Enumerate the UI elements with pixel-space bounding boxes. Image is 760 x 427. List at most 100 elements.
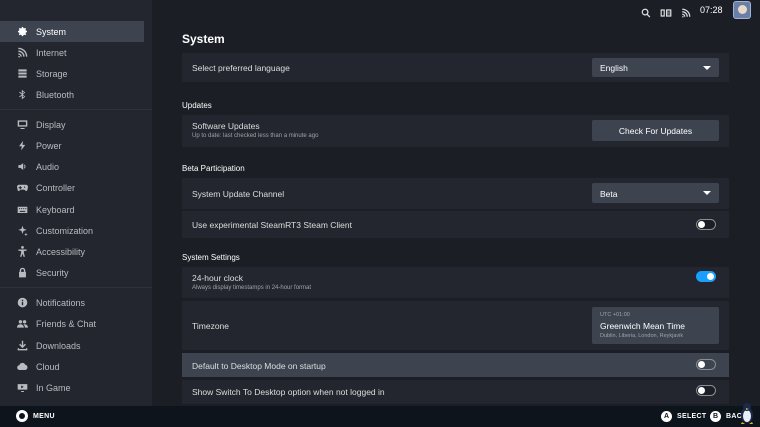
settings-sidebar: System Internet Storage Bluetooth Displa… (0, 0, 152, 406)
section-title-updates: Updates (182, 101, 212, 110)
sidebar-item-label: Downloads (36, 340, 81, 351)
display-icon (17, 119, 28, 130)
update-channel-dropdown[interactable]: Beta (592, 183, 719, 203)
settings-main-panel: System Select preferred language English… (152, 0, 760, 406)
update-channel-row: System Update Channel Beta (182, 178, 729, 209)
sidebar-item-cloud[interactable]: Cloud (0, 356, 152, 377)
experimental-client-toggle[interactable] (696, 219, 716, 230)
sidebar-item-label: Keyboard (36, 204, 75, 215)
desktop-mode-toggle[interactable] (696, 359, 716, 370)
clock-description: Always display timestamps in 24-hour for… (192, 285, 312, 291)
sidebar-item-label: System (36, 26, 67, 37)
timezone-dropdown[interactable]: UTC +01:00 Greenwich Mean Time Dublin, L… (592, 307, 719, 344)
wifi-icon (17, 47, 28, 58)
info-icon (17, 297, 28, 308)
select-hint[interactable]: SELECT (677, 413, 706, 420)
cloud-icon (17, 361, 28, 372)
section-title-beta: Beta Participation (182, 164, 245, 173)
sidebar-item-label: Controller (36, 182, 76, 193)
chevron-down-icon (703, 191, 711, 195)
speaker-icon (17, 161, 28, 172)
sidebar-item-label: Bluetooth (36, 89, 75, 100)
language-value: English (600, 63, 628, 73)
sidebar-item-notifications[interactable]: Notifications (0, 292, 152, 313)
sidebar-item-label: Audio (36, 161, 60, 172)
avatar-face (738, 5, 747, 14)
power-icon (17, 140, 28, 151)
friends-icon (17, 318, 28, 329)
update-channel-label: System Update Channel (192, 189, 285, 199)
timezone-offset: UTC +01:00 (600, 312, 630, 318)
sidebar-item-internet[interactable]: Internet (0, 42, 152, 63)
software-updates-status: Up to date: last checked less than a min… (192, 133, 319, 139)
check-for-updates-button[interactable]: Check For Updates (592, 120, 719, 141)
clock-row: 24-hour clock Always display timestamps … (182, 267, 729, 298)
page-title: System (182, 32, 225, 46)
download-icon (17, 340, 28, 351)
sidebar-item-label: Cloud (36, 361, 60, 372)
controller-battery-icon (660, 5, 672, 17)
sidebar-item-label: Friends & Chat (36, 318, 97, 329)
switch-desktop-row: Show Switch To Desktop option when not l… (182, 380, 729, 404)
timezone-row: Timezone UTC +01:00 Greenwich Mean Time … (182, 301, 729, 350)
sidebar-item-security[interactable]: Security (0, 262, 152, 283)
section-title-system-settings: System Settings (182, 253, 240, 262)
clock-toggle[interactable] (696, 271, 716, 282)
sidebar-item-label: Notifications (36, 297, 86, 308)
desktop-mode-row[interactable]: Default to Desktop Mode on startup (182, 353, 729, 377)
sidebar-item-audio[interactable]: Audio (0, 156, 152, 177)
clock-label: 24-hour clock (192, 273, 244, 283)
timezone-value: Greenwich Mean Time (600, 321, 686, 331)
wifi-signal-icon (681, 5, 691, 18)
toggle-knob (707, 273, 714, 280)
storage-icon (17, 68, 28, 79)
accessibility-icon (17, 246, 28, 257)
sidebar-divider (0, 287, 152, 288)
toggle-knob (698, 221, 705, 228)
sidebar-item-label: Display (36, 119, 66, 130)
sidebar-item-label: Accessibility (36, 246, 86, 257)
sidebar-item-customization[interactable]: Customization (0, 220, 152, 241)
search-icon[interactable] (641, 5, 651, 18)
clock-time: 07:28 (700, 5, 723, 15)
update-channel-value: Beta (600, 189, 618, 199)
sidebar-item-downloads[interactable]: Downloads (0, 335, 152, 356)
sidebar-item-in-game[interactable]: In Game (0, 377, 152, 398)
menu-label: MENU (33, 412, 55, 420)
sidebar-item-label: Security (36, 267, 69, 278)
sidebar-item-display[interactable]: Display (0, 114, 152, 135)
language-dropdown[interactable]: English (592, 58, 719, 77)
steam-icon (16, 410, 28, 422)
menu-hint[interactable]: MENU (16, 410, 55, 422)
avatar[interactable] (733, 1, 751, 19)
sidebar-item-label: Storage (36, 68, 68, 79)
sidebar-item-label: In Game (36, 382, 71, 393)
toggle-knob (698, 387, 705, 394)
sidebar-item-keyboard[interactable]: Keyboard (0, 199, 152, 220)
sidebar-item-accessibility[interactable]: Accessibility (0, 241, 152, 262)
experimental-client-label: Use experimental SteamRT3 Steam Client (192, 220, 352, 230)
sidebar-item-power[interactable]: Power (0, 135, 152, 156)
desktop-mode-label: Default to Desktop Mode on startup (192, 361, 326, 371)
language-label: Select preferred language (192, 63, 290, 73)
sidebar-item-label: Internet (36, 47, 67, 58)
sidebar-item-label: Customization (36, 225, 94, 236)
sidebar-item-system[interactable]: System (0, 21, 144, 42)
bluetooth-icon (17, 89, 28, 100)
timezone-cities: Dublin, Liberia, London, Reykjavik (600, 333, 684, 339)
sidebar-item-friends-chat[interactable]: Friends & Chat (0, 313, 152, 334)
software-updates-label: Software Updates (192, 121, 260, 131)
penguin-mascot-icon (741, 403, 753, 424)
gear-icon (17, 26, 28, 37)
experimental-client-row: Use experimental SteamRT3 Steam Client (182, 211, 729, 238)
bottom-hint-bar: MENU A SELECT B BAC (0, 406, 760, 427)
sidebar-item-label: Power (36, 140, 62, 151)
lock-icon (17, 267, 28, 278)
switch-desktop-label: Show Switch To Desktop option when not l… (192, 387, 385, 397)
sidebar-item-controller[interactable]: Controller (0, 177, 152, 198)
sidebar-item-bluetooth[interactable]: Bluetooth (0, 84, 152, 105)
sidebar-divider (0, 109, 152, 110)
switch-desktop-toggle[interactable] (696, 385, 716, 396)
a-button-icon: A (661, 411, 672, 422)
sidebar-item-storage[interactable]: Storage (0, 63, 152, 84)
